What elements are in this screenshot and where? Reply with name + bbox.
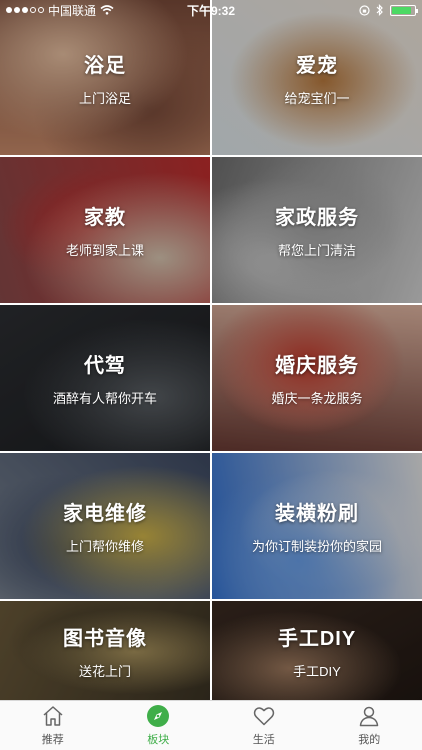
status-left: 中国联通 (6, 2, 114, 19)
tile-wedding-service[interactable]: 婚庆服务 婚庆一条龙服务 (212, 305, 422, 451)
home-icon (43, 706, 63, 726)
tab-sections[interactable]: 板块 (118, 704, 198, 747)
tile-title: 图书音像 (63, 627, 147, 650)
signal-strength-icon (6, 7, 44, 13)
person-icon (360, 706, 379, 727)
tile-subtitle: 上门浴足 (78, 90, 131, 106)
tile-books-media[interactable]: 图书音像 送花上门 (0, 601, 210, 700)
tab-recommend[interactable]: 推荐 (13, 704, 93, 747)
tile-subtitle: 送花上门 (78, 663, 131, 679)
tile-subtitle: 帮您上门清洁 (277, 243, 356, 258)
service-grid: 浴足 上门浴足 爱宠 给宠宝们一 家教 老师到家上课 家政服务 帮您上门清洁 代… (0, 0, 422, 700)
tab-mine[interactable]: 我的 (329, 704, 409, 747)
tab-bar: 推荐 板块 生活 我的 (0, 700, 422, 750)
tile-decoration-painting[interactable]: 装横粉刷 为你订制装扮你的家园 (212, 453, 422, 599)
tile-title: 手工DIY (277, 627, 357, 650)
tab-label: 生活 (252, 734, 275, 746)
battery-fill (392, 6, 411, 14)
tile-subtitle: 婚庆一条龙服务 (271, 391, 363, 406)
status-right (359, 4, 418, 16)
tab-label: 板块 (147, 734, 170, 746)
tile-title: 家电维修 (63, 503, 147, 525)
tile-tutoring[interactable]: 家教 老师到家上课 (0, 157, 210, 303)
carrier-name: 中国联通 (48, 3, 97, 18)
bluetooth-icon (376, 4, 383, 16)
tile-title: 装横粉刷 (275, 503, 359, 525)
tile-foot-bath[interactable]: 浴足 上门浴足 (0, 0, 210, 155)
tile-title: 家政服务 (275, 207, 359, 229)
tile-appliance-repair[interactable]: 家电维修 上门帮你维修 (0, 453, 210, 599)
compass-icon (147, 705, 170, 727)
tile-subtitle: 手工DIY (293, 663, 341, 679)
tile-subtitle: 酒醉有人帮你开车 (52, 391, 157, 406)
tile-subtitle: 老师到家上课 (65, 243, 144, 258)
tile-handmade-diy[interactable]: 手工DIY 手工DIY (212, 601, 422, 700)
tile-subtitle: 上门帮你维修 (65, 539, 144, 554)
tab-life[interactable]: 生活 (224, 704, 304, 747)
tile-title: 家教 (84, 207, 126, 229)
tile-title: 代驾 (84, 355, 126, 377)
tile-pet-care[interactable]: 爱宠 给宠宝们一 (212, 0, 422, 155)
wifi-icon (100, 5, 114, 15)
tile-subtitle: 为你订制装扮你的家园 (251, 539, 382, 554)
tile-title: 浴足 (84, 54, 126, 77)
tile-housekeeping[interactable]: 家政服务 帮您上门清洁 (212, 157, 422, 303)
orientation-lock-icon (359, 4, 370, 16)
tile-designated-driver[interactable]: 代驾 酒醉有人帮你开车 (0, 305, 210, 451)
tile-title: 爱宠 (296, 54, 338, 77)
battery-icon (390, 4, 418, 16)
tile-subtitle: 给宠宝们一 (284, 90, 350, 106)
status-bar: 中国联通 下午9:32 (0, 0, 422, 20)
status-time: 下午9:32 (186, 3, 236, 18)
tile-title: 婚庆服务 (275, 355, 359, 377)
tab-label: 我的 (358, 734, 381, 746)
tab-label: 推荐 (41, 734, 64, 746)
heart-icon (253, 707, 274, 726)
